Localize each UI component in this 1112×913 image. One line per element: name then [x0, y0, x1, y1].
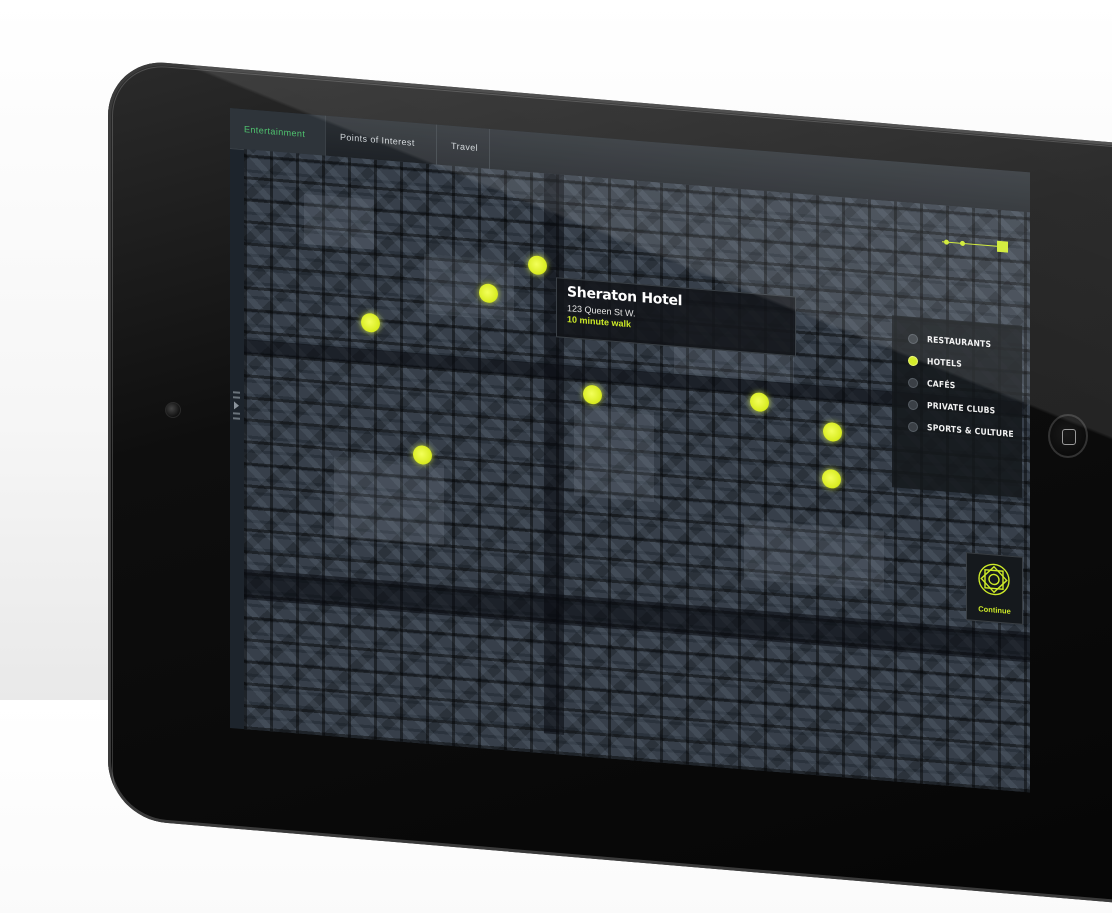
- front-camera: [165, 402, 181, 418]
- hotel-marker[interactable]: [750, 391, 769, 413]
- home-square-icon: [1062, 429, 1076, 445]
- chevron-right-icon: [234, 401, 239, 410]
- hotel-marker[interactable]: [528, 254, 547, 276]
- hotel-marker[interactable]: [413, 444, 432, 466]
- radio-indicator: [908, 399, 918, 411]
- filter-restaurants[interactable]: RESTAURANTS: [908, 331, 991, 354]
- map-building: [574, 405, 654, 503]
- radio-indicator: [908, 333, 918, 345]
- filter-label: PRIVATE CLUBS: [927, 401, 996, 417]
- radio-indicator: [908, 421, 918, 433]
- handle-line: [233, 396, 240, 399]
- zoom-step: [944, 239, 949, 245]
- radio-indicator: [908, 377, 918, 389]
- hotel-marker[interactable]: [479, 283, 498, 304]
- filter-label: HOTELS: [927, 357, 962, 370]
- ornament-star-icon: [978, 563, 1010, 596]
- map-building: [334, 456, 444, 546]
- app-screen: Entertainment Points of Interest Travel …: [230, 108, 1030, 793]
- hotel-marker[interactable]: [361, 312, 380, 334]
- side-drawer-handle[interactable]: [232, 388, 241, 437]
- radio-indicator: [908, 355, 918, 367]
- map-building: [744, 519, 884, 591]
- handle-line: [233, 391, 240, 394]
- filter-private-clubs[interactable]: PRIVATE CLUBS: [908, 397, 995, 420]
- filter-label: RESTAURANTS: [927, 335, 992, 351]
- filter-cafes[interactable]: CAFÉS: [908, 375, 956, 395]
- continue-label: Continue: [978, 604, 1011, 616]
- map-building: [304, 193, 374, 250]
- filter-sports-culture[interactable]: SPORTS & CULTURE: [908, 419, 1014, 444]
- category-filter-panel: RESTAURANTS HOTELS CAFÉS PRIVATE CLUBS S…: [892, 315, 1022, 498]
- zoom-track-line: [942, 241, 1000, 247]
- map-road: [544, 173, 564, 735]
- continue-button[interactable]: Continue: [966, 552, 1023, 625]
- hotel-marker[interactable]: [823, 421, 842, 443]
- filter-hotels[interactable]: HOTELS: [908, 353, 962, 373]
- home-button[interactable]: [1048, 414, 1088, 458]
- filter-label: CAFÉS: [927, 379, 956, 392]
- zoom-step: [960, 240, 965, 247]
- map-building: [424, 253, 514, 321]
- filter-label: SPORTS & CULTURE: [927, 423, 1014, 441]
- hotel-marker[interactable]: [583, 384, 602, 405]
- zoom-handle[interactable]: [997, 240, 1008, 253]
- handle-line: [233, 412, 240, 415]
- tab-travel[interactable]: Travel: [437, 124, 490, 169]
- map-road: [244, 569, 1030, 663]
- hotel-marker[interactable]: [822, 468, 841, 490]
- handle-line: [233, 417, 240, 420]
